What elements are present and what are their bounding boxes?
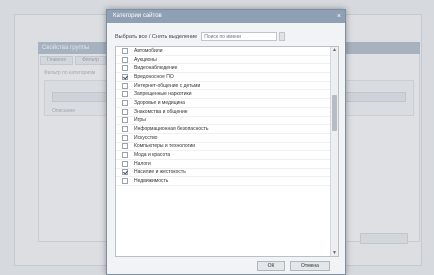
list-item[interactable]: Здоровье и медицина	[116, 99, 330, 108]
list-item[interactable]: Автомобили	[116, 47, 330, 56]
filter-row: Выбрать все / Снять выделение	[115, 30, 339, 43]
category-label: Здоровье и медицина	[134, 99, 185, 106]
category-label: Видеонаблюдение	[134, 65, 178, 72]
select-all-label[interactable]: Выбрать все / Снять выделение	[115, 34, 197, 40]
dialog-footer: ОК Отмена	[107, 256, 345, 274]
scroll-thumb[interactable]	[332, 95, 337, 131]
list-item[interactable]: Информационная безопасность	[116, 125, 330, 134]
category-label: Автомобили	[134, 47, 163, 54]
category-checkbox[interactable]	[122, 178, 128, 185]
category-checkbox[interactable]	[122, 108, 128, 115]
category-checkbox[interactable]	[122, 73, 128, 80]
category-checkbox[interactable]	[122, 117, 128, 124]
category-label: Вредоносное ПО	[134, 73, 174, 80]
category-checkbox[interactable]	[122, 56, 128, 63]
category-checkbox[interactable]	[122, 160, 128, 167]
category-checkbox[interactable]	[122, 47, 128, 54]
list-item[interactable]: Вредоносное ПО	[116, 73, 330, 82]
category-checkbox[interactable]	[122, 143, 128, 150]
list-item[interactable]: Запрещенные наркотики	[116, 90, 330, 100]
category-checkbox[interactable]	[122, 169, 128, 176]
list-item[interactable]: Мода и красота	[116, 151, 330, 160]
cancel-button[interactable]: Отмена	[290, 261, 330, 271]
category-label: Игры	[134, 117, 146, 124]
category-checkbox[interactable]	[122, 134, 128, 141]
list-item[interactable]: Аукционы	[116, 56, 330, 65]
clear-search-button[interactable]	[279, 32, 286, 41]
search-input[interactable]	[201, 32, 278, 41]
list-item[interactable]: Интернет-общение с детьми	[116, 82, 330, 91]
close-icon[interactable]: ×	[337, 10, 341, 23]
category-checkbox[interactable]	[122, 82, 128, 89]
list-item[interactable]: Компьютеры и технологии	[116, 143, 330, 152]
category-checkbox[interactable]	[122, 65, 128, 72]
list-item[interactable]: Искусство	[116, 134, 330, 143]
dialog-title-bar: Категории сайтов ×	[107, 10, 345, 23]
category-label: Знакомства и общение	[134, 108, 188, 115]
dialog-title: Категории сайтов	[113, 13, 162, 19]
list-item[interactable]: Знакомства и общение	[116, 108, 330, 117]
category-label: Запрещенные наркотики	[134, 91, 192, 98]
list-scrollbar[interactable]: ▲ ▼	[330, 47, 338, 256]
category-checkbox[interactable]	[122, 91, 128, 98]
category-label: Интернет-общение с детьми	[134, 82, 201, 89]
categories-dialog: Категории сайтов × Выбрать все / Снять в…	[106, 9, 346, 275]
category-checkbox[interactable]	[122, 152, 128, 159]
ok-button[interactable]: ОК	[257, 261, 285, 271]
list-item[interactable]: Насилие и жестокость	[116, 169, 330, 178]
category-label: Мода и красота	[134, 152, 171, 159]
category-list-items: Автомобили Аукционы Видеонаблюдение Вредоно…	[116, 47, 330, 186]
category-label: Компьютеры и технологии	[134, 143, 196, 150]
category-checkbox[interactable]	[122, 99, 128, 106]
category-checkbox[interactable]	[122, 126, 128, 133]
category-label: Аукционы	[134, 56, 157, 63]
scroll-up-icon[interactable]: ▲	[331, 47, 338, 53]
list-item[interactable]: Налоги	[116, 160, 330, 169]
list-item[interactable]: Видеонаблюдение	[116, 64, 330, 74]
category-label: Недвижимость	[134, 178, 169, 185]
category-label: Искусство	[134, 134, 158, 141]
category-label: Насилие и жестокость	[134, 169, 186, 176]
category-label: Информационная безопасность	[134, 126, 209, 133]
list-item[interactable]: Игры	[116, 117, 330, 126]
list-item[interactable]: Недвижимость	[116, 177, 330, 186]
category-label: Налоги	[134, 160, 151, 167]
category-list: Автомобили Аукционы Видеонаблюдение Вредоно…	[115, 46, 339, 257]
